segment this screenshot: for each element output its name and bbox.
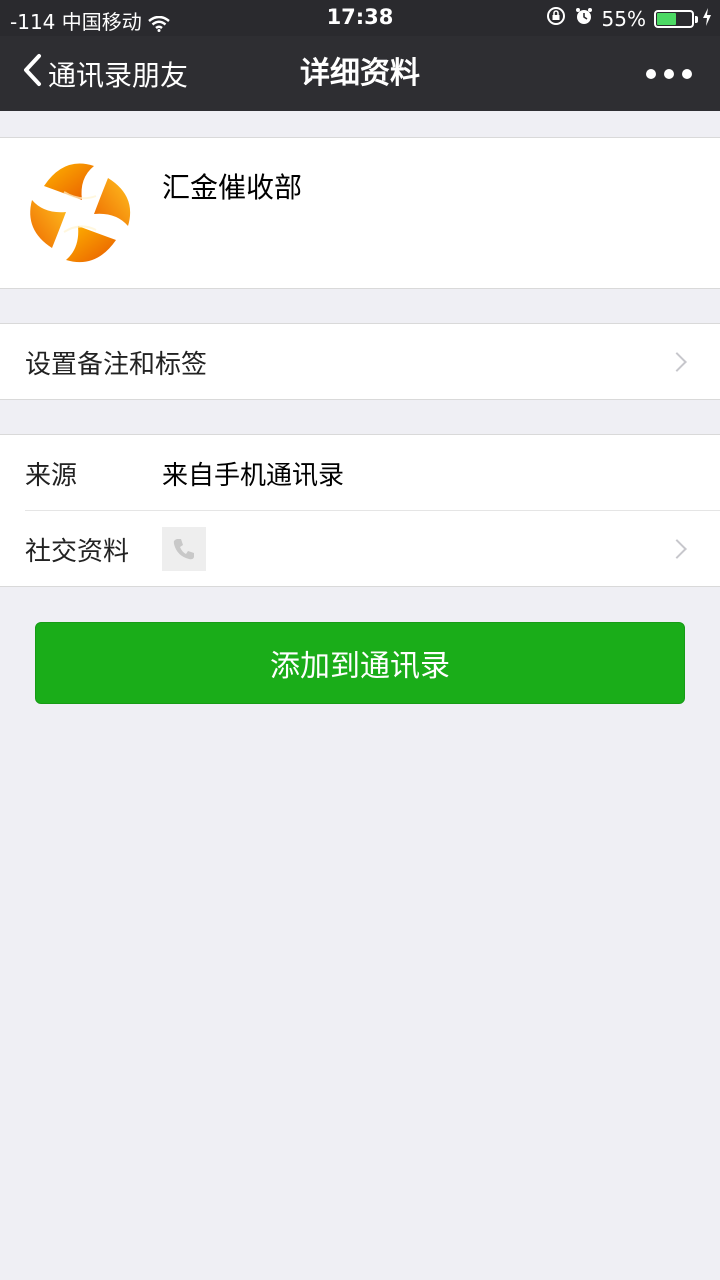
chevron-right-icon [667, 352, 687, 372]
battery-icon [654, 9, 698, 28]
remark-section: 设置备注和标签 [0, 323, 720, 400]
source-value: 来自手机通讯录 [162, 460, 345, 491]
info-section: 来源 来自手机通讯录 社交资料 [0, 434, 720, 587]
alarm-icon [574, 6, 594, 31]
profile-card: 汇金催收部 [0, 137, 720, 289]
set-remark-label: 设置备注和标签 [25, 349, 208, 380]
chevron-left-icon [22, 53, 42, 94]
set-remark-row[interactable]: 设置备注和标签 [0, 324, 720, 400]
source-row: 来源 来自手机通讯录 [0, 435, 720, 511]
back-button[interactable]: 通讯录朋友 [22, 36, 188, 111]
charging-icon [702, 7, 712, 31]
status-bar: -114 中国移动 17:38 55% [0, 0, 720, 36]
back-label: 通讯录朋友 [48, 58, 189, 92]
contact-name: 汇金催收部 [162, 171, 303, 204]
status-right: 55% [546, 6, 712, 31]
nav-bar: 通讯录朋友 详细资料 [0, 36, 720, 111]
phone-icon [162, 527, 206, 571]
add-to-contacts-button[interactable]: 添加到通讯录 [35, 622, 685, 704]
ellipsis-icon [646, 69, 656, 79]
battery-percent: 55% [601, 6, 646, 31]
ellipsis-icon [664, 69, 674, 79]
orange-logo-icon [30, 163, 131, 263]
source-label: 来源 [25, 460, 78, 491]
avatar[interactable] [24, 156, 137, 269]
rotation-lock-icon [546, 6, 566, 31]
more-button[interactable] [646, 62, 692, 86]
chevron-right-icon [667, 539, 687, 559]
battery-fill [657, 12, 676, 25]
ellipsis-icon [682, 69, 692, 79]
social-profile-row[interactable]: 社交资料 [0, 511, 720, 587]
social-profile-label: 社交资料 [25, 536, 130, 567]
